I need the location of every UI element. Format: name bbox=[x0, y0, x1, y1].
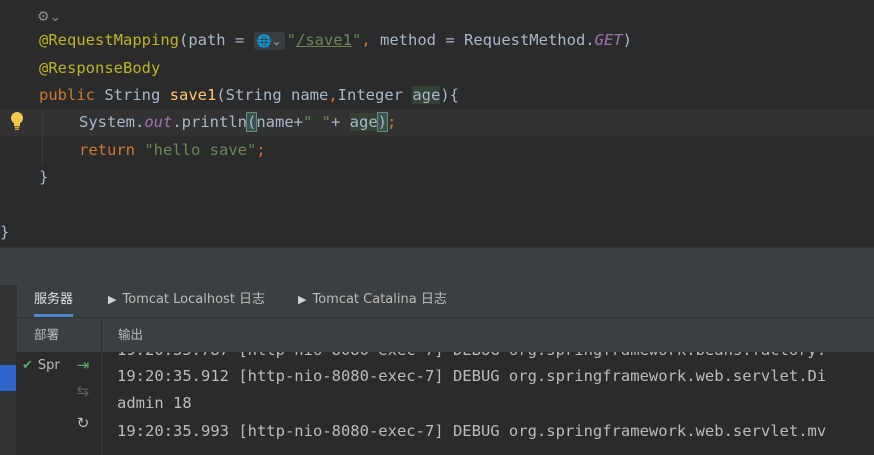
code-line-return[interactable]: return "hello save"; bbox=[79, 137, 266, 164]
console-line: admin 18 bbox=[117, 394, 192, 412]
tab-tomcat-localhost-log[interactable]: ▶ Tomcat Localhost 日志 bbox=[108, 285, 265, 317]
code-token: out bbox=[144, 113, 173, 131]
lightbulb-icon[interactable] bbox=[10, 111, 24, 131]
var-age-highlight: age bbox=[349, 113, 378, 131]
console-icon: ▶ bbox=[108, 293, 117, 306]
check-icon: ✔ bbox=[22, 358, 33, 373]
code-line-println[interactable]: System.out.println(name+" "+ age); bbox=[0, 109, 874, 136]
code-token: method = RequestMethod. bbox=[370, 31, 595, 49]
code-token: } bbox=[39, 168, 49, 186]
code-token: System. bbox=[79, 113, 145, 131]
code-token: name+ bbox=[256, 113, 303, 131]
brace-match: ) bbox=[376, 112, 389, 132]
undeploy-icon: ⇆ bbox=[76, 382, 90, 400]
code-line-class-close[interactable]: } bbox=[0, 219, 9, 246]
code-line-response-body[interactable]: @ResponseBody bbox=[39, 55, 160, 82]
code-token: ) bbox=[622, 31, 632, 49]
output-header: 输出 bbox=[102, 318, 874, 352]
code-token: return bbox=[79, 141, 135, 159]
globe-inlay-icon[interactable]: 🌐⌄ bbox=[253, 31, 285, 50]
code-token: public bbox=[39, 86, 95, 104]
console-line: 19:20:35.912 [http-nio-8080-exec-7] DEBU… bbox=[117, 367, 827, 385]
annotation-response-body: @ResponseBody bbox=[39, 59, 161, 77]
tab-tomcat-catalina-log[interactable]: ▶ Tomcat Catalina 日志 bbox=[298, 285, 447, 317]
code-token: "hello save" bbox=[135, 141, 257, 159]
annotation-request-mapping: @RequestMapping bbox=[39, 31, 179, 49]
code-token: ; bbox=[387, 113, 397, 131]
brace-match: ( bbox=[245, 112, 258, 132]
console-line: 19:20:35.993 [http-nio-8080-exec-7] DEBU… bbox=[117, 422, 827, 440]
tree-item-spring[interactable]: ✔ Spr bbox=[16, 352, 72, 380]
tree-item-label: Spr bbox=[37, 358, 60, 373]
code-token: ){ bbox=[440, 86, 459, 104]
refresh-icon[interactable]: ↻ bbox=[72, 412, 94, 434]
code-token: .println bbox=[172, 113, 247, 131]
code-token: } bbox=[0, 223, 10, 241]
param-age-highlight: age bbox=[412, 86, 441, 104]
code-token: ; bbox=[256, 141, 266, 159]
panel-tab-bar: 服务器 ▶ Tomcat Localhost 日志 ▶ Tomcat Catalin… bbox=[0, 285, 874, 318]
code-token: GET bbox=[594, 31, 623, 49]
code-line-method-close[interactable]: } bbox=[39, 164, 48, 191]
code-token: " " bbox=[303, 113, 331, 131]
url-path-link[interactable]: /save1 bbox=[296, 31, 352, 49]
spring-bean-icon[interactable]: ⚙⌄ bbox=[37, 9, 61, 25]
deployment-tree: ✔ Spr ⇥ ⇆ ↻ bbox=[16, 352, 102, 455]
code-token: Integer bbox=[337, 86, 413, 104]
code-line-request-mapping[interactable]: @RequestMapping(path = 🌐⌄ "/save1", metho… bbox=[39, 27, 632, 54]
tab-server[interactable]: 服务器 bbox=[34, 285, 74, 317]
tool-window-separator bbox=[0, 247, 874, 286]
code-token: " bbox=[286, 31, 296, 49]
tab-label: Tomcat Catalina 日志 bbox=[312, 292, 447, 307]
code-token: " bbox=[351, 31, 362, 49]
services-panel: 服务器 ▶ Tomcat Localhost 日志 ▶ Tomcat Catalin… bbox=[0, 285, 874, 455]
code-token: (String name bbox=[216, 86, 329, 104]
code-token: , bbox=[361, 31, 371, 49]
tab-label: Tomcat Localhost 日志 bbox=[122, 292, 266, 307]
selection-marker bbox=[0, 365, 16, 391]
tab-label: 服务器 bbox=[34, 292, 74, 307]
indent-guide bbox=[42, 112, 43, 164]
code-editor[interactable]: ⚙⌄ @RequestMapping(path = 🌐⌄ "/save1", me… bbox=[0, 0, 874, 247]
code-line-method-signature[interactable]: public String save1(String name,Integer … bbox=[39, 82, 459, 109]
code-token: (path = bbox=[178, 31, 254, 49]
console-icon: ▶ bbox=[298, 293, 307, 306]
code-token: String bbox=[95, 86, 170, 104]
redeploy-icon[interactable]: ⇥ bbox=[72, 354, 94, 376]
console-output[interactable]: 19:20:35.787 [http-nio-8080-exec-7] DEBU… bbox=[102, 352, 874, 455]
method-name: save1 bbox=[169, 86, 217, 104]
code-token: , bbox=[328, 86, 338, 104]
code-token: + bbox=[331, 113, 350, 131]
deployment-header: 部署 bbox=[17, 318, 101, 352]
